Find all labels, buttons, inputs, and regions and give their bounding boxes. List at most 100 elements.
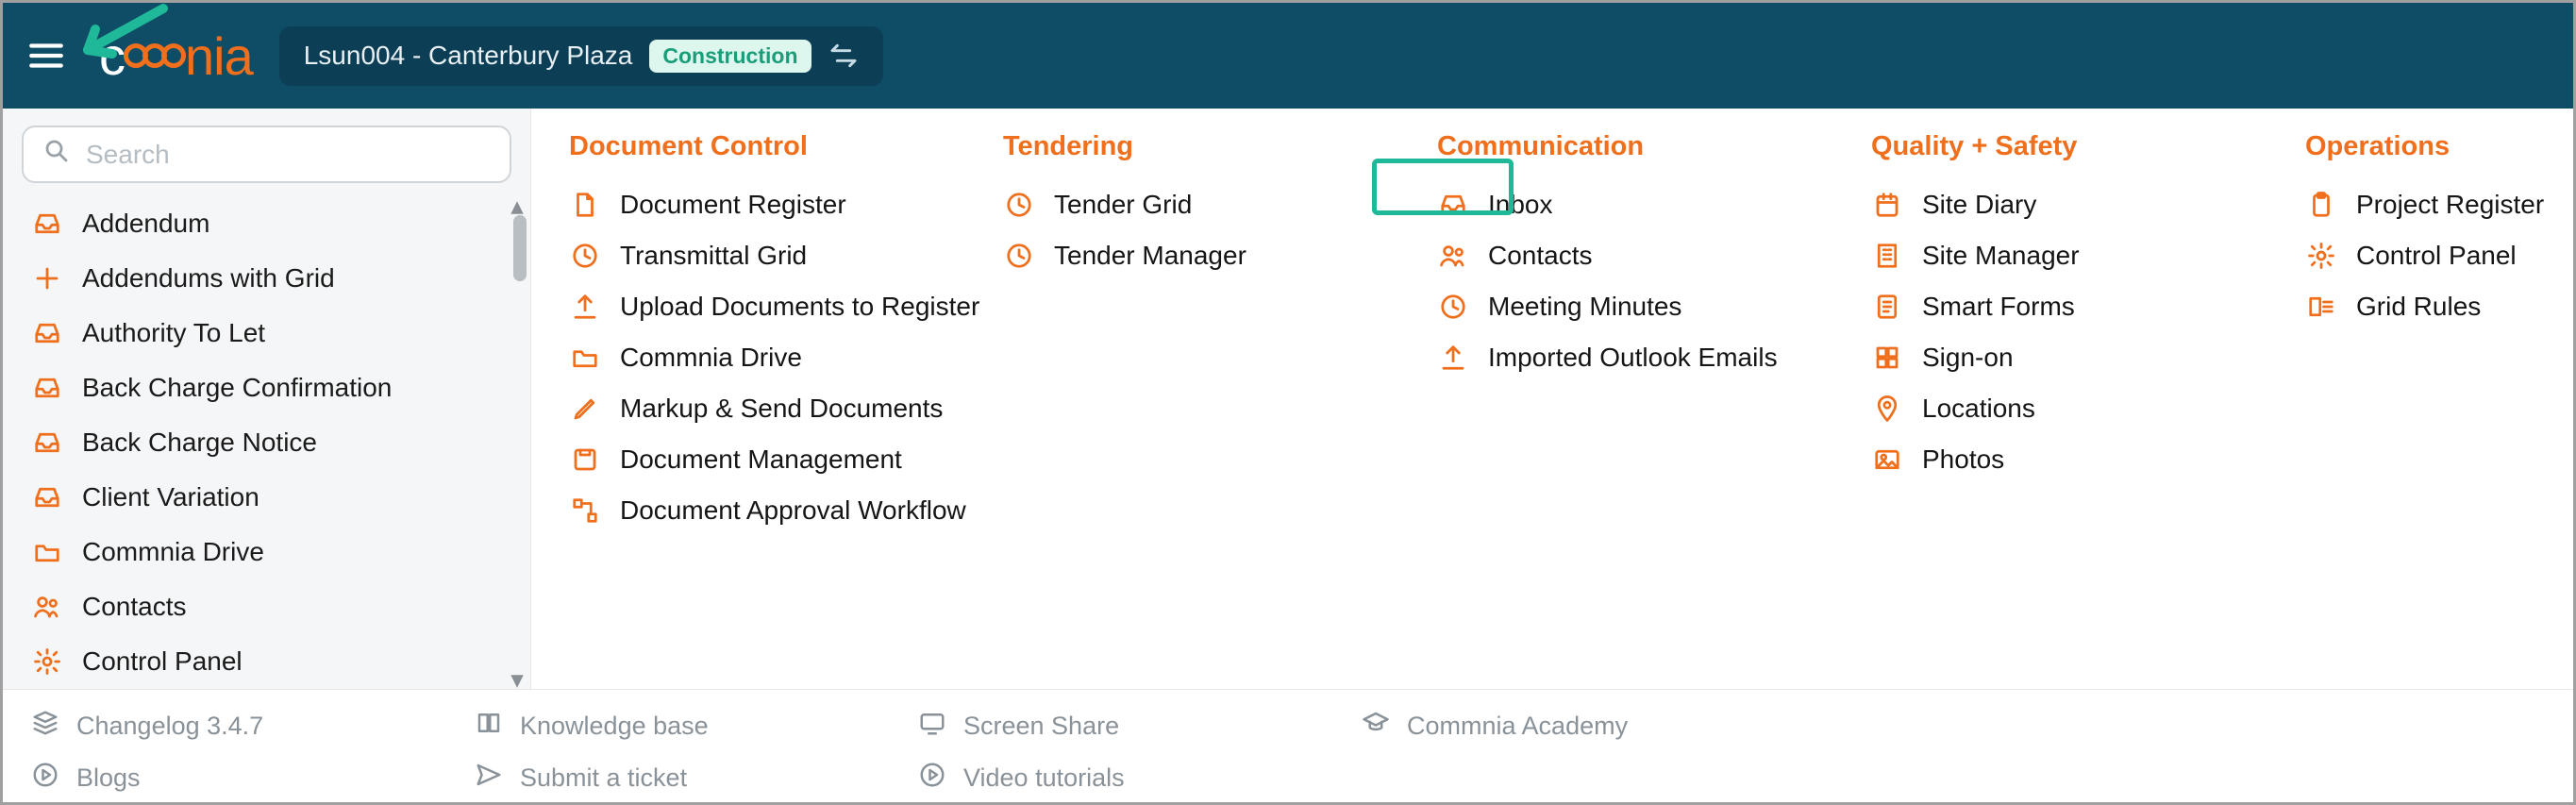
inbox-icon	[31, 427, 63, 459]
mega-item[interactable]: Tender Grid	[1003, 179, 1418, 230]
sidebar-item-label: Authority To Let	[82, 318, 265, 348]
footer-link-label: Video tutorials	[963, 763, 1125, 793]
photo-icon	[1871, 444, 1903, 476]
search-icon	[42, 137, 71, 172]
mega-item[interactable]: Transmittal Grid	[569, 230, 984, 281]
sidebar-item[interactable]: Client Variation	[3, 470, 530, 525]
mega-item[interactable]: Commnia Drive	[569, 332, 984, 383]
mega-item[interactable]: Markup & Send Documents	[569, 383, 984, 434]
sidebar-item-label: Client Variation	[82, 482, 259, 512]
mega-item[interactable]: Photos	[1871, 434, 2286, 485]
people-icon	[31, 591, 63, 623]
scroll-up-icon[interactable]: ▴	[508, 196, 527, 215]
mega-column: Communication InboxContactsMeeting Minute…	[1437, 131, 1852, 689]
sidebar-item[interactable]: Commnia Drive	[3, 525, 530, 579]
footer-link[interactable]: Blogs	[31, 755, 475, 801]
play-circle-icon	[31, 761, 59, 796]
mega-item-label: Commnia Drive	[620, 343, 802, 373]
mega-item[interactable]: Tender Manager	[1003, 230, 1418, 281]
sidebar-item[interactable]: Addendums with Grid	[3, 251, 530, 306]
sidebar-item[interactable]: Authority To Let	[3, 306, 530, 361]
mega-item[interactable]: Site Manager	[1871, 230, 2286, 281]
footer-link[interactable]: Video tutorials	[918, 755, 1362, 801]
app-logo: c nia	[99, 25, 253, 87]
mega-item-label: Tender Manager	[1054, 241, 1246, 271]
sidebar-item[interactable]: Contacts	[3, 579, 530, 634]
sidebar-item-label: Addendum	[82, 209, 209, 239]
clock-icon	[1437, 291, 1469, 323]
sidebar-item[interactable]: Addendum	[3, 196, 530, 251]
mega-column-title: Communication	[1437, 131, 1852, 162]
mega-item[interactable]: Smart Forms	[1871, 281, 2286, 332]
send-icon	[475, 761, 503, 796]
mega-item-label: Upload Documents to Register	[620, 292, 979, 322]
mega-column-title: Document Control	[569, 131, 984, 162]
mega-item[interactable]: Grid Rules	[2305, 281, 2576, 332]
sidebar-item-label: Contacts	[82, 592, 187, 622]
scrollbar-thumb[interactable]	[513, 215, 527, 281]
sidebar-item[interactable]: Back Charge Confirmation	[3, 361, 530, 415]
clipboard-icon	[2305, 189, 2337, 221]
pencil-icon	[569, 393, 601, 425]
footer-link[interactable]: Submit a ticket	[475, 755, 918, 801]
mega-item[interactable]: Meeting Minutes	[1437, 281, 1852, 332]
mega-item[interactable]: Sign-on	[1871, 332, 2286, 383]
mega-item[interactable]: Contacts	[1437, 230, 1852, 281]
mega-item-label: Site Diary	[1922, 190, 2036, 220]
mega-column: OperationsProject RegisterControl PanelG…	[2305, 131, 2576, 689]
mega-item-label: Imported Outlook Emails	[1488, 343, 1778, 373]
footer-link[interactable]: Knowledge base	[475, 703, 918, 749]
content-area: ▴ ▾ Addendum Addendums with Grid Authority…	[3, 109, 2573, 689]
sidebar-item-label: Back Charge Confirmation	[82, 373, 392, 403]
mega-item[interactable]: Locations	[1871, 383, 2286, 434]
sidebar-item[interactable]: Back Charge Notice	[3, 415, 530, 470]
stack-icon	[31, 709, 59, 744]
sidebar-item[interactable]: Control Panel	[3, 634, 530, 689]
mega-item[interactable]: Inbox	[1437, 179, 1852, 230]
mega-item-label: Site Manager	[1922, 241, 2080, 271]
mega-item[interactable]: Document Register	[569, 179, 984, 230]
mega-column-title: Quality + Safety	[1871, 131, 2286, 162]
mega-item[interactable]: Document Approval Workflow	[569, 485, 984, 536]
file-icon	[569, 189, 601, 221]
mega-column-title: Tendering	[1003, 131, 1418, 162]
folder-icon	[31, 536, 63, 568]
form-icon	[1871, 291, 1903, 323]
search-input[interactable]	[84, 139, 491, 171]
mega-item[interactable]: Site Diary	[1871, 179, 2286, 230]
mega-item[interactable]: Project Register	[2305, 179, 2576, 230]
mega-column: Document Control Document Register Transmi…	[569, 131, 984, 689]
building-icon	[1871, 240, 1903, 272]
mega-column: Tendering Tender Grid Tender Manager	[1003, 131, 1418, 689]
footer-link-label: Commnia Academy	[1407, 712, 1628, 741]
mega-column: Quality + Safety Site Diary Site Manager Sm…	[1871, 131, 2286, 689]
mega-item-label: Document Register	[620, 190, 846, 220]
mega-item[interactable]: Upload Documents to Register	[569, 281, 984, 332]
screen-icon	[918, 709, 946, 744]
sidebar-item-label: Back Charge Notice	[82, 428, 317, 458]
logo-text-c: c	[99, 25, 125, 87]
people-icon	[1437, 240, 1469, 272]
footer-link[interactable]: Changelog 3.4.7	[31, 703, 475, 749]
inbox-icon	[31, 372, 63, 404]
mega-item-label: Locations	[1922, 394, 2035, 424]
mega-item[interactable]: Document Management	[569, 434, 984, 485]
topbar: c nia Lsun004 - Canterbury Plaza Constru…	[3, 3, 2573, 109]
gear-icon	[31, 646, 63, 678]
rules-icon	[2305, 291, 2337, 323]
footer-link-label: Screen Share	[963, 712, 1119, 741]
mega-item[interactable]: Imported Outlook Emails	[1437, 332, 1852, 383]
hamburger-menu-button[interactable]	[20, 29, 73, 82]
inbox-icon	[1437, 189, 1469, 221]
footer-link[interactable]: Screen Share	[918, 703, 1362, 749]
footer-link[interactable]: Commnia Academy	[1362, 703, 1805, 749]
sidebar-list[interactable]: ▴ ▾ Addendum Addendums with Grid Authority…	[3, 196, 530, 689]
scroll-down-icon[interactable]: ▾	[508, 670, 527, 689]
academy-icon	[1362, 709, 1390, 744]
inbox-icon	[31, 208, 63, 240]
project-selector[interactable]: Lsun004 - Canterbury Plaza Construction	[279, 26, 883, 86]
search-box[interactable]	[22, 126, 511, 183]
folder-icon	[569, 342, 601, 374]
swap-project-icon[interactable]	[828, 41, 859, 71]
mega-item[interactable]: Control Panel	[2305, 230, 2576, 281]
